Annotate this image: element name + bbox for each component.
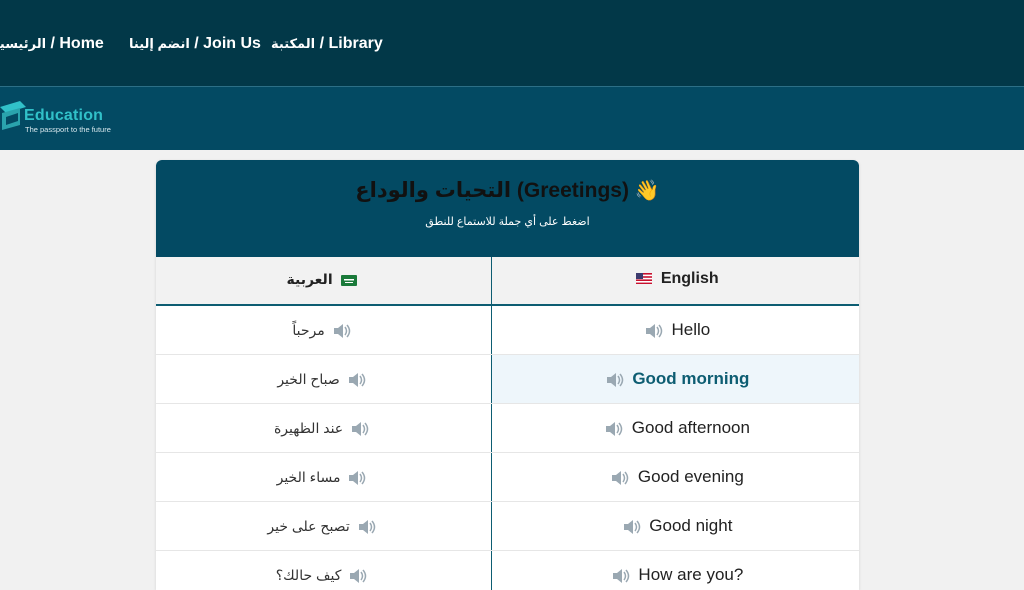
nav-link-library[interactable]: المكتبة / Library xyxy=(271,35,383,53)
column-header-english: English xyxy=(492,257,859,304)
nav-separator: / xyxy=(46,35,60,52)
arabic-phrase-text: مساء الخير xyxy=(276,469,341,485)
english-phrase-cell-active[interactable]: Good morning xyxy=(492,355,859,403)
arabic-phrase-text: عند الظهيرة xyxy=(273,420,344,436)
arabic-phrase-cell[interactable]: كيف حالك؟ xyxy=(156,551,491,590)
card-title: التحيات والوداع (Greetings) 👋 xyxy=(156,178,859,203)
speaker-icon xyxy=(358,520,375,535)
english-phrase-cell[interactable]: Good afternoon xyxy=(492,404,859,452)
brand-bar xyxy=(0,87,1024,150)
english-phrase-text: Good morning xyxy=(632,369,750,388)
english-phrase-cell[interactable]: Good evening xyxy=(492,453,859,501)
speaker-icon xyxy=(349,471,366,486)
english-phrase-text: Good evening xyxy=(637,467,744,486)
nav-link-home[interactable]: الرئيسية / Home xyxy=(0,35,104,53)
waving-hand-icon: 👋 xyxy=(634,180,660,202)
saudi-flag-icon xyxy=(340,274,357,286)
speaker-icon xyxy=(350,569,367,584)
nav-join-english: Join Us xyxy=(203,35,261,52)
arabic-phrase-cell[interactable]: تصبح على خير xyxy=(156,502,491,550)
column-header-arabic-label: العربية xyxy=(286,271,333,287)
english-phrase-text: Hello xyxy=(671,320,711,339)
nav-link-join[interactable]: انضم إلينا / Join Us xyxy=(129,35,261,53)
card-header: التحيات والوداع (Greetings) 👋 اضغط على أ… xyxy=(156,160,859,257)
speaker-icon xyxy=(606,421,623,436)
graduation-cap-icon[interactable] xyxy=(0,99,26,133)
nav-separator: / xyxy=(189,35,204,52)
speaker-icon xyxy=(606,372,623,387)
top-navigation: الرئيسية / Home انضم إلينا / Join Us الم… xyxy=(0,0,1024,87)
card-title-text: التحيات والوداع (Greetings) xyxy=(355,179,629,202)
speaker-icon xyxy=(348,373,365,388)
nav-home-arabic: الرئيسية xyxy=(0,36,47,51)
lesson-card: التحيات والوداع (Greetings) 👋 اضغط على أ… xyxy=(156,160,859,590)
table-row: مرحباً Hello xyxy=(156,306,859,355)
arabic-phrase-text: تصبح على خير xyxy=(267,518,350,534)
brand-name[interactable]: Education xyxy=(24,107,103,125)
nav-library-english: Library xyxy=(328,35,383,52)
arabic-phrase-text: صباح الخير xyxy=(277,371,340,387)
arabic-phrase-cell[interactable]: صباح الخير xyxy=(156,355,491,403)
table-row: عند الظهيرة Good afternoon xyxy=(156,404,859,453)
table-header: العربية English xyxy=(156,257,859,306)
english-phrase-cell[interactable]: How are you? xyxy=(492,551,859,590)
nav-join-arabic: انضم إلينا xyxy=(129,36,190,51)
us-flag-icon xyxy=(636,273,653,285)
column-header-arabic: العربية xyxy=(156,257,491,304)
arabic-phrase-cell[interactable]: مرحباً xyxy=(156,306,491,354)
speaker-icon xyxy=(333,324,350,339)
arabic-phrase-cell[interactable]: مساء الخير xyxy=(156,453,491,501)
brand-tagline: The passport to the future xyxy=(25,125,111,134)
english-phrase-cell[interactable]: Hello xyxy=(492,306,859,354)
speaker-icon xyxy=(623,519,640,534)
nav-library-arabic: المكتبة xyxy=(271,36,316,51)
speaker-icon xyxy=(645,323,662,338)
arabic-phrase-cell[interactable]: عند الظهيرة xyxy=(156,404,491,452)
table-row: كيف حالك؟ How are you? xyxy=(156,551,859,590)
english-phrase-text: Good night xyxy=(649,516,733,535)
english-phrase-text: Good afternoon xyxy=(631,418,750,437)
nav-home-english: Home xyxy=(59,35,104,52)
table-row: مساء الخير Good evening xyxy=(156,453,859,502)
nav-separator: / xyxy=(315,35,329,52)
arabic-phrase-text: مرحباً xyxy=(292,322,325,338)
speaker-icon xyxy=(352,422,369,437)
card-subtitle: اضغط على أي جملة للاستماع للنطق xyxy=(425,216,590,228)
english-phrase-text: How are you? xyxy=(638,565,744,584)
column-header-english-label: English xyxy=(660,270,719,287)
table-row: صباح الخير Good morning xyxy=(156,355,859,404)
arabic-phrase-text: كيف حالك؟ xyxy=(275,567,342,583)
english-phrase-cell[interactable]: Good night xyxy=(492,502,859,550)
table-row: تصبح على خير Good night xyxy=(156,502,859,551)
speaker-icon xyxy=(612,470,629,485)
